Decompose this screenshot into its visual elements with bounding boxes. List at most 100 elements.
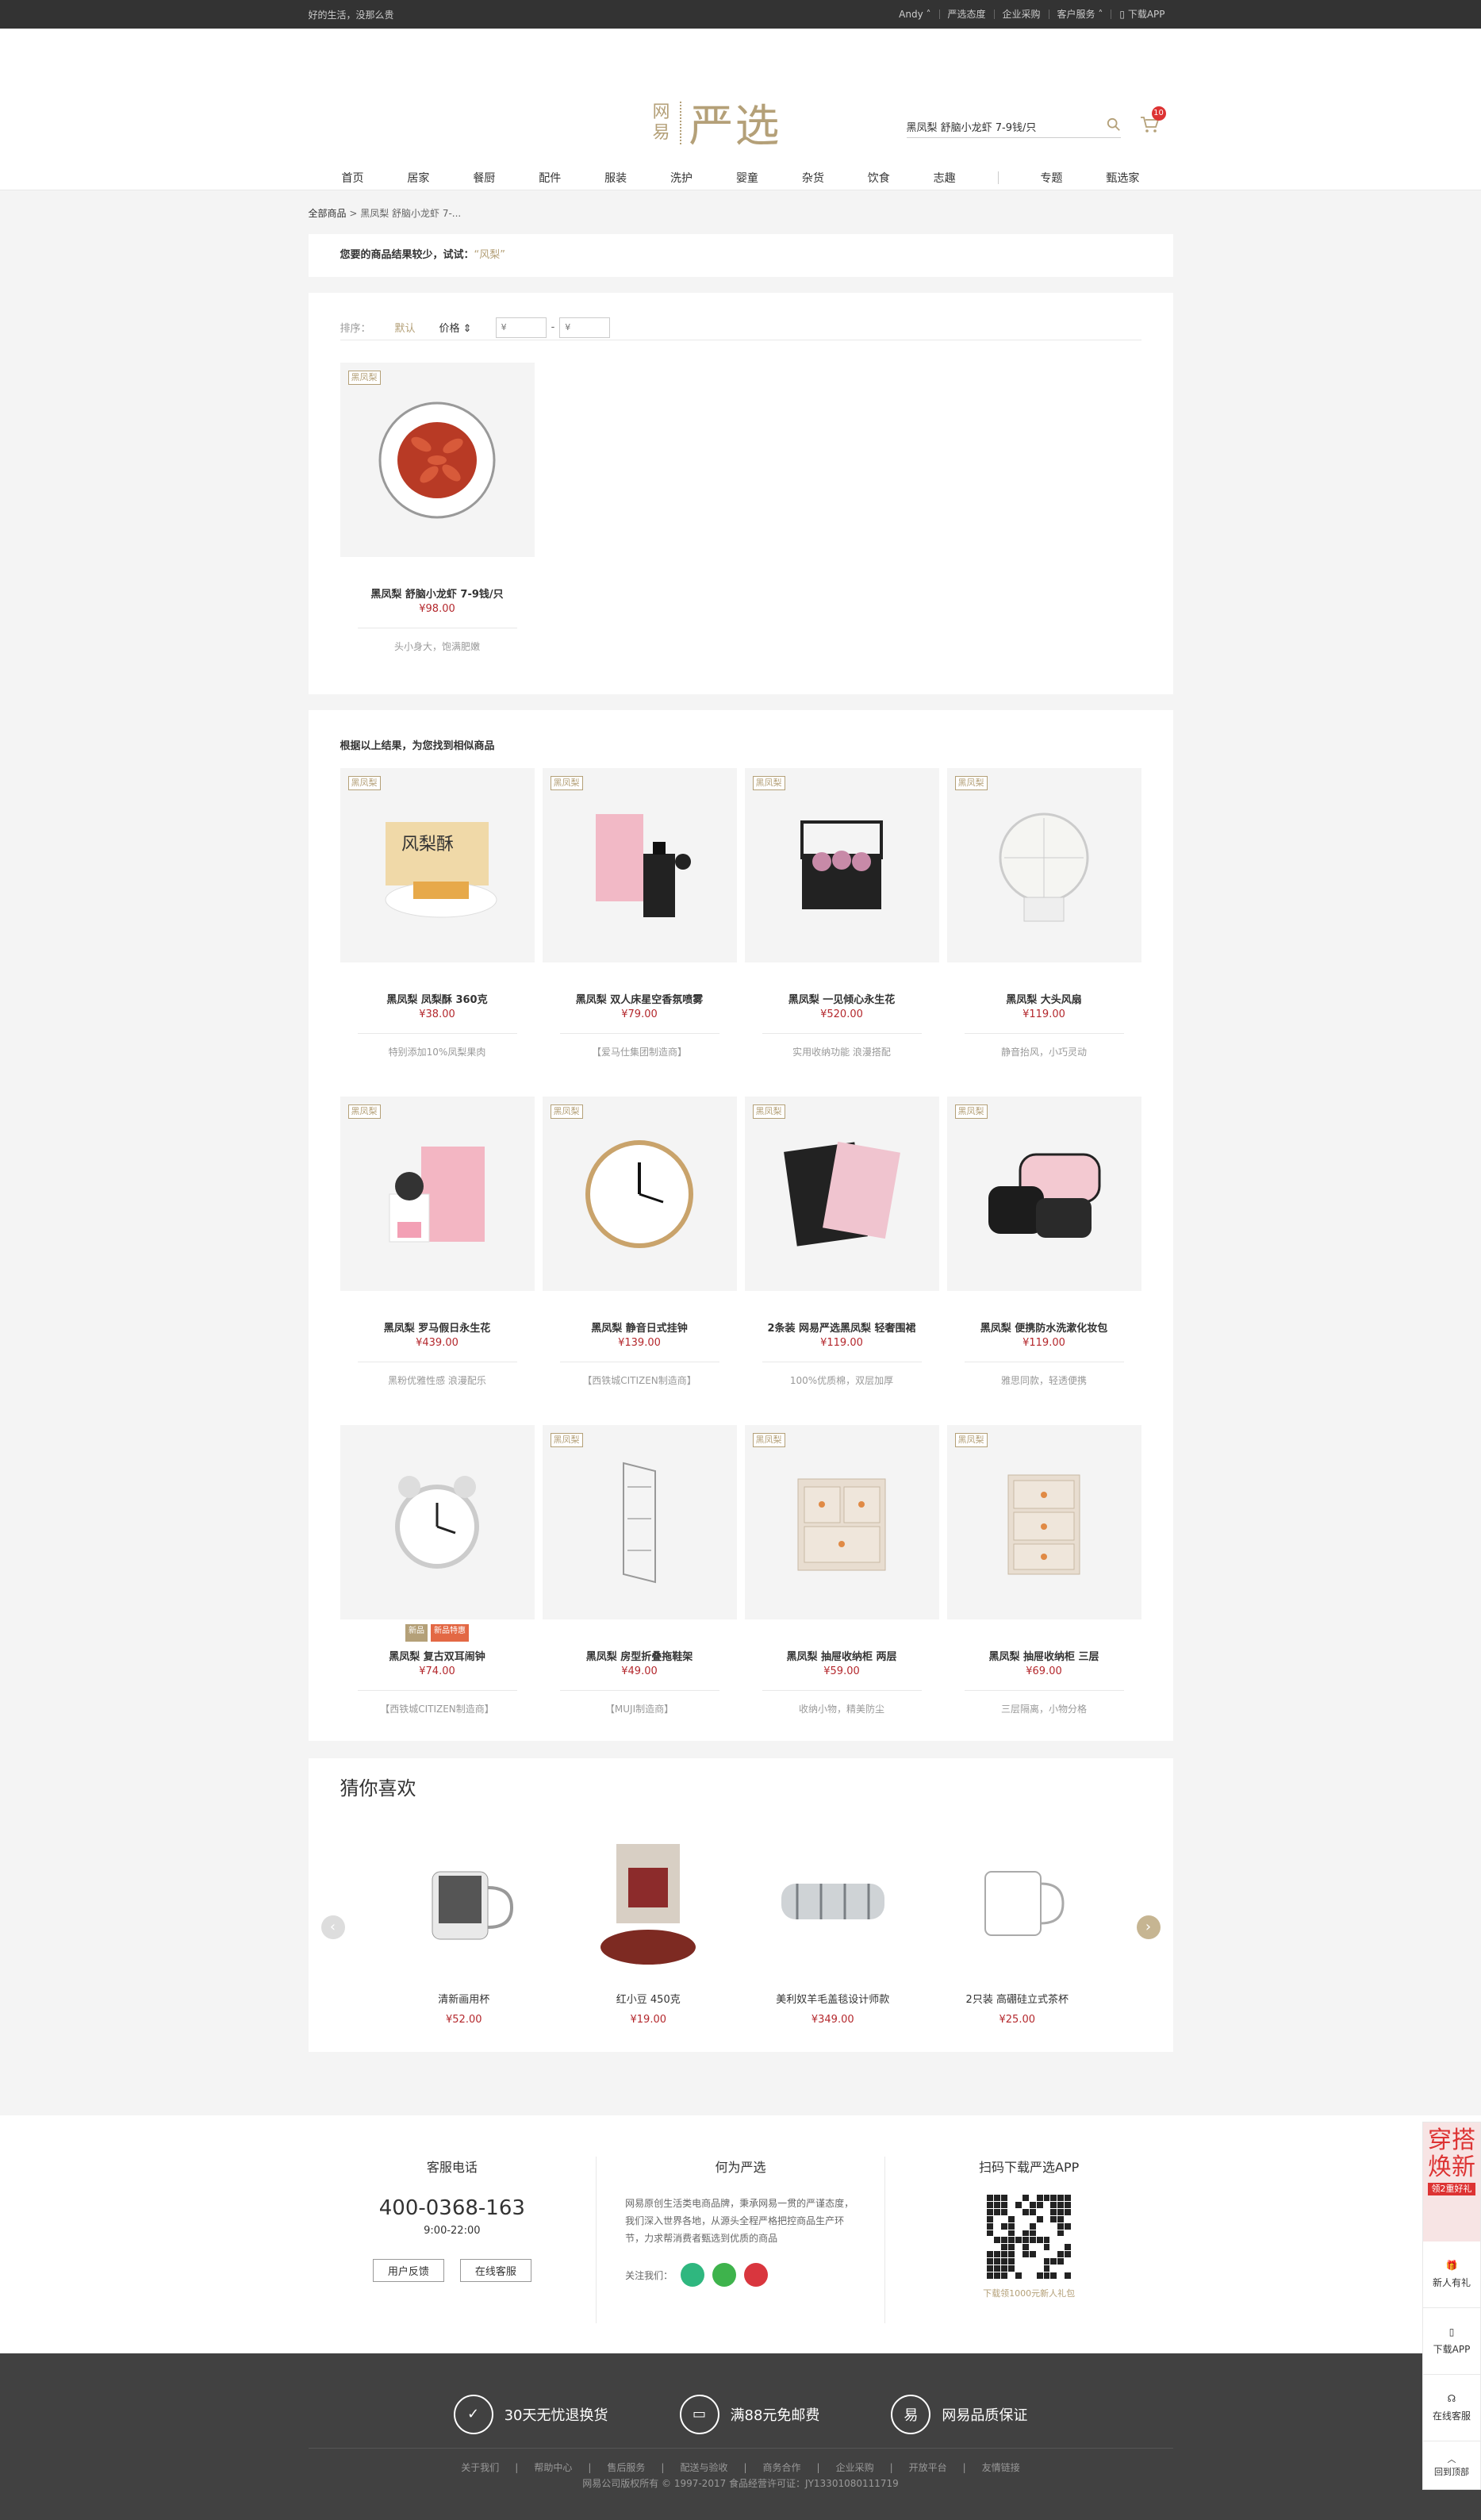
product-card[interactable]: 黑凤梨 风梨酥 黑凤梨 凤梨酥 360克 ¥38.00 特别添加10%凤梨果肉 xyxy=(340,768,535,1068)
product-name[interactable]: 黑凤梨 舒脑小龙虾 7-9钱/只 xyxy=(340,586,535,601)
footer-link[interactable]: 配送与验收 xyxy=(680,2462,727,2473)
product-image[interactable] xyxy=(340,1425,535,1619)
weibo-icon[interactable] xyxy=(744,2263,769,2287)
nav-item[interactable]: 首页 xyxy=(340,170,366,186)
product-image[interactable]: 黑凤梨 xyxy=(744,1425,939,1619)
recommend-image[interactable] xyxy=(762,1832,904,1975)
topbar-link-attitude[interactable]: 严选态度 xyxy=(938,10,994,19)
product-name[interactable]: 黑凤梨 复古双耳闹钟 xyxy=(340,1648,535,1664)
nav-item[interactable]: 餐厨 xyxy=(471,170,497,186)
price-min-input[interactable] xyxy=(495,317,547,338)
product-name[interactable]: 黑凤梨 房型折叠拖鞋架 xyxy=(543,1648,737,1664)
product-name[interactable]: 黑凤梨 静音日式挂钟 xyxy=(543,1320,737,1335)
product-card[interactable]: 黑凤梨 黑凤梨 舒脑小龙虾 7-9钱/只 ¥98.00 头小身大，饱满肥嫩 xyxy=(340,363,535,663)
footer-link[interactable]: 关于我们 xyxy=(461,2462,499,2473)
footer-link[interactable]: 售后服务 xyxy=(607,2462,645,2473)
product-image[interactable]: 黑凤梨 xyxy=(542,1097,737,1291)
recommend-name[interactable]: 清新画用杯 xyxy=(393,1991,535,2006)
nav-item[interactable]: 甄选家 xyxy=(1104,170,1141,186)
recommend-item[interactable]: 清新画用杯 ¥52.00 xyxy=(393,1832,535,2026)
footer-link[interactable]: 帮助中心 xyxy=(534,2462,572,2473)
recommend-name[interactable]: 2只装 高硼硅立式茶杯 xyxy=(946,1991,1088,2006)
app-gift-text[interactable]: 下载领1000元新人礼包 xyxy=(885,2287,1173,2299)
topbar-link-service[interactable]: 客户服务 ˄ xyxy=(1048,10,1111,19)
footer-link[interactable]: 开放平台 xyxy=(909,2462,947,2473)
recommend-item[interactable]: 红小豆 450克 ¥19.00 xyxy=(577,1832,719,2026)
sort-price[interactable]: 价格 ⇕ xyxy=(439,320,472,335)
product-image[interactable]: 黑凤梨 xyxy=(946,768,1141,962)
side-ad-banner[interactable]: 穿搭 焕新 领2重好礼 xyxy=(1423,2122,1480,2241)
product-name[interactable]: 2条装 网易严选黑凤梨 轻奢围裙 xyxy=(745,1320,939,1335)
product-image[interactable]: 黑凤梨 xyxy=(542,1425,737,1619)
product-name[interactable]: 黑凤梨 双人床星空香氛喷雾 xyxy=(543,991,737,1007)
back-to-top[interactable]: ︿ 回到顶部 xyxy=(1423,2441,1480,2489)
recommend-image[interactable] xyxy=(393,1832,535,1975)
product-card[interactable]: 黑凤梨 黑凤梨 大头风扇 ¥119.00 静音抬风，小巧灵动 xyxy=(946,768,1141,1068)
logo[interactable]: 网易 严选 xyxy=(653,90,781,155)
recommend-name[interactable]: 美利奴羊毛盖毯设计师款 xyxy=(762,1991,904,2006)
product-image[interactable]: 黑凤梨 xyxy=(542,768,737,962)
product-card[interactable]: 黑凤梨 2条装 网易严选黑凤梨 轻奢围裙 ¥119.00 100%优质棉，双层加… xyxy=(744,1097,939,1396)
product-image[interactable]: 黑凤梨 xyxy=(744,768,939,962)
footer-link[interactable]: 企业采购 xyxy=(836,2462,874,2473)
side-gift[interactable]: 🎁 新人有礼 xyxy=(1423,2241,1480,2308)
nav-item[interactable]: 饮食 xyxy=(866,170,892,186)
product-card[interactable]: 黑凤梨 黑凤梨 抽屉收纳柜 两层 ¥59.00 收纳小物，精美防尘 xyxy=(744,1425,939,1725)
product-image[interactable]: 黑凤梨 xyxy=(340,1097,535,1291)
product-name[interactable]: 黑凤梨 抽屉收纳柜 两层 xyxy=(745,1648,939,1664)
nav-item[interactable]: 专题 xyxy=(1038,170,1064,186)
nav-item[interactable]: 志趣 xyxy=(932,170,957,186)
product-name[interactable]: 黑凤梨 抽屉收纳柜 三层 xyxy=(947,1648,1141,1664)
product-name[interactable]: 黑凤梨 一见倾心永生花 xyxy=(745,991,939,1007)
product-image[interactable]: 黑凤梨 xyxy=(946,1425,1141,1619)
suggested-keyword[interactable]: “风梨” xyxy=(474,249,505,261)
footer-link[interactable]: 商务合作 xyxy=(763,2462,801,2473)
wechat-icon[interactable] xyxy=(712,2263,737,2287)
product-name[interactable]: 黑凤梨 大头风扇 xyxy=(947,991,1141,1007)
topbar-link-download-app[interactable]: ▯ 下载APP xyxy=(1111,10,1172,19)
topbar-link-enterprise[interactable]: 企业采购 xyxy=(993,10,1049,19)
search-icon[interactable] xyxy=(1107,117,1121,132)
breadcrumb-root[interactable]: 全部商品 xyxy=(309,208,347,219)
nav-item[interactable]: 居家 xyxy=(405,170,431,186)
feedback-button[interactable]: 用户反馈 xyxy=(372,2259,444,2282)
recommend-item[interactable]: 美利奴羊毛盖毯设计师款 ¥349.00 xyxy=(762,1832,904,2026)
product-card[interactable]: 黑凤梨 黑凤梨 一见倾心永生花 ¥520.00 实用收纳功能 浪漫搭配 xyxy=(744,768,939,1068)
product-image[interactable]: 黑凤梨 xyxy=(946,1097,1141,1291)
nav-item[interactable]: 配件 xyxy=(537,170,562,186)
nav-item[interactable]: 服装 xyxy=(603,170,628,186)
side-service[interactable]: ☊ 在线客服 xyxy=(1423,2375,1480,2441)
nav-item[interactable]: 洗护 xyxy=(669,170,694,186)
prev-arrow[interactable]: ‹ xyxy=(320,1915,345,1939)
product-card[interactable]: 黑凤梨 黑凤梨 房型折叠拖鞋架 ¥49.00 【MUJI制造商】 xyxy=(542,1425,737,1725)
product-price: ¥69.00 xyxy=(1026,1665,1062,1677)
footer-link[interactable]: 友情链接 xyxy=(982,2462,1020,2473)
product-name[interactable]: 黑凤梨 凤梨酥 360克 xyxy=(340,991,535,1007)
product-card[interactable]: 黑凤梨 黑凤梨 抽屉收纳柜 三层 ¥69.00 三层隔离，小物分格 xyxy=(946,1425,1141,1725)
recommend-image[interactable] xyxy=(577,1832,719,1975)
side-app[interactable]: ▯ 下载APP xyxy=(1423,2308,1480,2375)
product-card[interactable]: 黑凤梨 黑凤梨 罗马假日永生花 ¥439.00 黑粉优雅性感 浪漫配乐 xyxy=(340,1097,535,1396)
product-name[interactable]: 黑凤梨 便携防水洗漱化妆包 xyxy=(947,1320,1141,1335)
product-image[interactable]: 黑凤梨 xyxy=(340,363,535,557)
sort-default[interactable]: 默认 xyxy=(395,320,416,335)
search-input[interactable]: 黑凤梨 舒脑小龙虾 7-9钱/只 xyxy=(906,116,1121,138)
product-card[interactable]: 新品 新品特惠 黑凤梨 复古双耳闹钟 ¥74.00 【西铁城CITIZEN制造商】 xyxy=(340,1425,535,1725)
next-arrow[interactable]: › xyxy=(1136,1915,1161,1939)
product-card[interactable]: 黑凤梨 黑凤梨 便携防水洗漱化妆包 ¥119.00 雅思同款，轻透便携 xyxy=(946,1097,1141,1396)
product-name[interactable]: 黑凤梨 罗马假日永生花 xyxy=(340,1320,535,1335)
netease-icon[interactable] xyxy=(681,2263,705,2287)
online-service-button[interactable]: 在线客服 xyxy=(459,2259,531,2282)
price-max-input[interactable] xyxy=(559,317,611,338)
nav-item[interactable]: 杂货 xyxy=(800,170,826,186)
user-menu[interactable]: Andy ˄ xyxy=(891,10,938,19)
product-image[interactable]: 黑凤梨 风梨酥 xyxy=(340,768,535,962)
product-image[interactable]: 黑凤梨 xyxy=(744,1097,939,1291)
recommend-name[interactable]: 红小豆 450克 xyxy=(577,1991,719,2006)
product-card[interactable]: 黑凤梨 黑凤梨 双人床星空香氛喷雾 ¥79.00 【爱马仕集团制造商】 xyxy=(542,768,737,1068)
recommend-item[interactable]: 2只装 高硼硅立式茶杯 ¥25.00 xyxy=(946,1832,1088,2026)
recommend-image[interactable] xyxy=(946,1832,1088,1975)
nav-item[interactable]: 婴童 xyxy=(735,170,760,186)
product-card[interactable]: 黑凤梨 黑凤梨 静音日式挂钟 ¥139.00 【西铁城CITIZEN制造商】 xyxy=(542,1097,737,1396)
cart-button[interactable]: 10 xyxy=(1139,106,1166,135)
